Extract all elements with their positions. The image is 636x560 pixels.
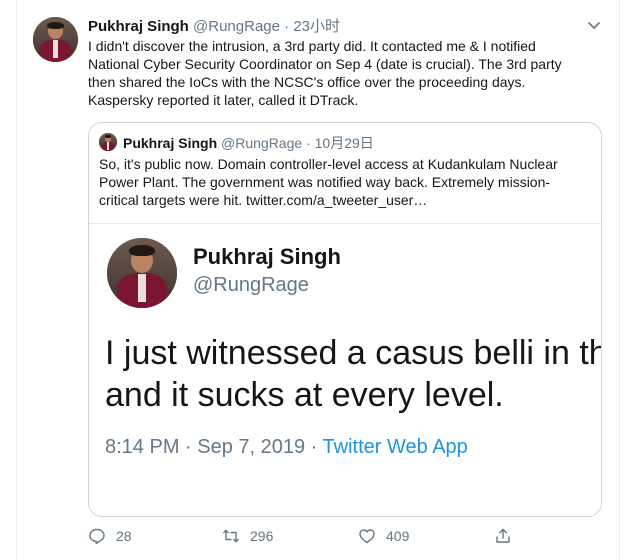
media-avatar xyxy=(107,238,177,308)
tweet-header: Pukhraj Singh @RungRage · 23小时 xyxy=(88,15,340,36)
media-tweet-time: 8:14 PM · Sep 7, 2019 · xyxy=(105,436,323,458)
profile-avatar[interactable] xyxy=(33,17,78,62)
author-handle[interactable]: @RungRage xyxy=(193,18,280,35)
tweet-text: I didn't discover the intrusion, a 3rd p… xyxy=(88,38,562,108)
like-icon xyxy=(359,529,375,544)
reply-icon xyxy=(89,528,105,545)
separator-dot: · xyxy=(284,18,290,35)
author-name[interactable]: Pukhraj Singh xyxy=(88,18,189,35)
reply-count: 28 xyxy=(116,528,132,544)
quoted-header: Pukhraj Singh @RungRage · 10月29日 xyxy=(123,133,374,153)
share-button[interactable] xyxy=(494,525,522,547)
tweet-action-bar: 28 296 409 xyxy=(88,525,518,547)
reply-button[interactable]: 28 xyxy=(88,525,132,547)
quoted-avatar[interactable] xyxy=(99,133,117,151)
quoted-author-handle[interactable]: @RungRage xyxy=(221,135,302,151)
chevron-down-icon[interactable] xyxy=(586,17,602,33)
media-tweet-line-2: and it sucks at every level. xyxy=(105,376,504,414)
quoted-text: So, it's public now. Domain controller-l… xyxy=(99,156,558,208)
quoted-author-name[interactable]: Pukhraj Singh xyxy=(123,135,217,151)
tweet-timestamp[interactable]: 23小时 xyxy=(293,18,340,35)
media-tweet-line-1: I just witnessed a casus belli in th xyxy=(105,334,601,372)
retweet-count: 296 xyxy=(250,528,274,544)
media-author-name: Pukhraj Singh xyxy=(193,244,341,269)
separator-dot: · xyxy=(306,135,311,151)
quoted-tweet[interactable]: Pukhraj Singh @RungRage · 10月29日 So, it'… xyxy=(88,122,602,517)
quoted-media-image[interactable]: Pukhraj Singh @RungRage I just witnessed… xyxy=(89,223,601,516)
share-icon xyxy=(496,528,510,543)
media-tweet-app: Twitter Web App xyxy=(322,436,468,458)
retweet-button[interactable]: 296 xyxy=(222,525,273,547)
quoted-date[interactable]: 10月29日 xyxy=(315,135,374,151)
media-author-handle: @RungRage xyxy=(193,274,309,296)
like-count: 409 xyxy=(386,528,410,544)
like-button[interactable]: 409 xyxy=(358,525,409,547)
media-tweet-meta: 8:14 PM · Sep 7, 2019 · Twitter Web App xyxy=(105,436,468,459)
retweet-icon xyxy=(223,529,239,543)
